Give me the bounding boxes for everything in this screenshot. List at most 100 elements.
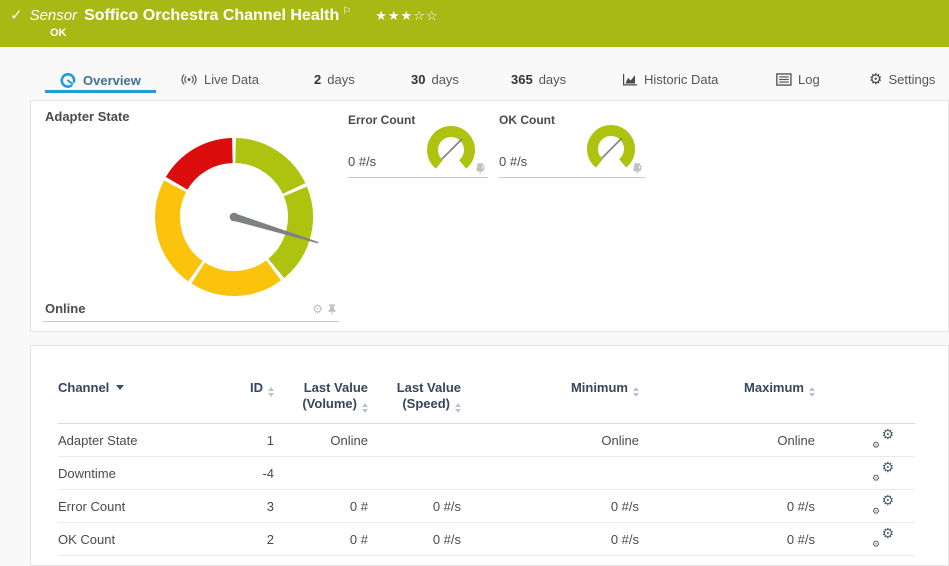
gauge-settings-gear-icon[interactable]: ⚙	[312, 303, 323, 315]
broadcast-icon	[181, 74, 197, 85]
gauge-icon	[60, 73, 76, 88]
channel-table-panel: Channel ID Last Value (Volume) Last Value…	[30, 345, 949, 566]
cell-id: -4	[224, 456, 274, 491]
overview-gauges-panel: Adapter State Online ⚙ Error Count 0 #/s…	[30, 100, 949, 332]
sort-icon	[362, 403, 368, 414]
cell-channel: Error Count	[58, 489, 224, 524]
tab-label: Historic Data	[644, 72, 719, 87]
tab-2-days[interactable]: 2 days	[314, 72, 355, 87]
tab-number: 30	[411, 72, 426, 87]
table-row[interactable]: OK Count 2 0 # 0 #/s 0 #/s 0 #/s ⚙ ⚙	[58, 522, 915, 557]
sensor-status-bar: ✓ Sensor Soffico Orchestra Channel Healt…	[0, 0, 949, 47]
cell-last-value-volume: 0 #	[274, 522, 368, 557]
stars-empty[interactable]: ☆☆	[413, 8, 438, 23]
sensor-status-text: OK	[50, 27, 67, 39]
active-tab-underline	[45, 90, 156, 93]
cell-maximum: 0 #/s	[639, 522, 815, 557]
pin-icon[interactable]	[475, 162, 485, 174]
tab-historic-data[interactable]: Historic Data	[622, 72, 718, 87]
channel-settings-gears-icon[interactable]: ⚙ ⚙	[872, 427, 894, 450]
tab-label: days	[538, 72, 567, 87]
sensor-title-row: ✓ Sensor Soffico Orchestra Channel Healt…	[10, 6, 439, 25]
cell-actions: ⚙ ⚙	[815, 423, 915, 458]
column-header-maximum[interactable]: Maximum	[639, 376, 815, 425]
column-label: Channel	[58, 380, 110, 395]
tab-settings[interactable]: ⚙ Settings	[869, 72, 935, 87]
ok-count-value: 0 #/s	[499, 154, 528, 169]
pin-icon[interactable]	[632, 162, 642, 174]
channel-table: Channel ID Last Value (Volume) Last Value…	[58, 376, 915, 557]
cell-actions: ⚙ ⚙	[815, 489, 915, 524]
pin-icon[interactable]	[327, 303, 337, 315]
cell-last-value-volume: Online	[274, 423, 368, 458]
column-header-actions	[815, 376, 915, 425]
table-row[interactable]: Downtime -4 ⚙ ⚙	[58, 456, 915, 491]
cell-last-value-speed: 0 #/s	[368, 489, 461, 524]
column-header-channel[interactable]: Channel	[58, 376, 224, 425]
table-row[interactable]: Error Count 3 0 # 0 #/s 0 #/s 0 #/s ⚙ ⚙	[58, 489, 915, 524]
tab-label: days	[327, 72, 355, 87]
column-label: Last Value	[303, 380, 368, 395]
column-sublabel: (Volume)	[302, 396, 357, 412]
cell-last-value-speed	[368, 456, 461, 491]
gear-icon: ⚙	[869, 71, 883, 88]
tab-label: Overview	[83, 73, 141, 88]
tab-live-data[interactable]: Live Data	[180, 72, 259, 87]
cell-channel: OK Count	[58, 522, 224, 557]
adapter-state-value: Online	[45, 301, 86, 316]
error-count-value: 0 #/s	[348, 154, 377, 169]
sort-icon	[633, 387, 639, 397]
area-chart-icon	[623, 74, 637, 86]
tab-label: Live Data	[204, 72, 259, 87]
column-label: Maximum	[744, 380, 804, 395]
cell-last-value-speed	[368, 423, 461, 458]
column-header-last-value-volume[interactable]: Last Value (Volume)	[274, 376, 368, 425]
sort-icon	[455, 403, 461, 414]
cell-maximum	[639, 456, 815, 491]
tab-365-days[interactable]: 365 days	[511, 72, 566, 87]
sensor-kind-label: Sensor	[29, 7, 78, 24]
cell-channel: Adapter State	[58, 423, 224, 458]
cell-actions: ⚙ ⚙	[815, 522, 915, 557]
ok-count-gauge-card: OK Count 0 #/s ⚙	[499, 106, 645, 178]
channel-settings-gears-icon[interactable]: ⚙ ⚙	[872, 493, 894, 516]
status-ok-check-icon: ✓	[10, 7, 23, 24]
cell-channel: Downtime	[58, 456, 224, 491]
flag-icon[interactable]: ⚐	[342, 6, 351, 17]
tab-log[interactable]: Log	[776, 72, 820, 87]
cell-minimum	[461, 456, 639, 491]
tab-number: 2	[314, 72, 322, 87]
column-label: ID	[250, 380, 263, 395]
log-list-icon	[776, 73, 792, 86]
column-label: Last Value	[396, 380, 461, 395]
cell-id: 3	[224, 489, 274, 524]
cell-minimum: 0 #/s	[461, 522, 639, 557]
cell-minimum: Online	[461, 423, 639, 458]
table-header-row: Channel ID Last Value (Volume) Last Value…	[58, 376, 915, 425]
table-row[interactable]: Adapter State 1 Online Online Online ⚙ ⚙	[58, 423, 915, 458]
sort-icon	[268, 387, 274, 397]
column-header-last-value-speed[interactable]: Last Value (Speed)	[368, 376, 461, 425]
tab-overview[interactable]: Overview	[60, 72, 141, 89]
tab-number: 365	[511, 72, 533, 87]
error-count-gauge	[427, 126, 475, 169]
column-label: Minimum	[570, 380, 628, 395]
sort-icon	[809, 387, 815, 397]
sensor-title: Soffico Orchestra Channel Health	[84, 7, 340, 24]
cell-last-value-volume	[274, 456, 368, 491]
cell-last-value-volume: 0 #	[274, 489, 368, 524]
cell-maximum: Online	[639, 423, 815, 458]
cell-id: 2	[224, 522, 274, 557]
adapter-state-footer: Online ⚙	[43, 297, 339, 322]
tab-label: Log	[798, 72, 820, 87]
priority-stars[interactable]: ★★★☆☆	[375, 8, 438, 24]
cell-id: 1	[224, 423, 274, 458]
channel-settings-gears-icon[interactable]: ⚙ ⚙	[872, 526, 894, 549]
cell-actions: ⚙ ⚙	[815, 456, 915, 491]
column-header-minimum[interactable]: Minimum	[461, 376, 639, 425]
tab-30-days[interactable]: 30 days	[411, 72, 459, 87]
cell-maximum: 0 #/s	[639, 489, 815, 524]
channel-settings-gears-icon[interactable]: ⚙ ⚙	[872, 460, 894, 483]
column-header-id[interactable]: ID	[224, 376, 274, 425]
stars-filled[interactable]: ★★★	[375, 8, 413, 23]
